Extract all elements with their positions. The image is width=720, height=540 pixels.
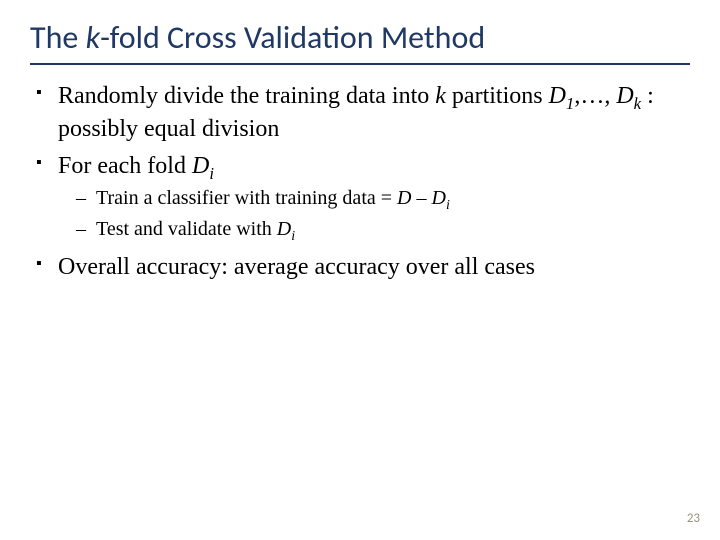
sub-1: Train a classifier with training data = … — [58, 186, 690, 215]
b2-si: i — [209, 164, 214, 183]
b1-a: Randomly divide the training data into — [58, 83, 435, 109]
b1-D1: D — [549, 83, 566, 109]
b1-k: k — [435, 83, 446, 109]
bullet-2: For each fold Di Train a classifier with… — [30, 151, 690, 246]
s2-a: Test and validate with — [96, 218, 277, 240]
b1-D2: D — [616, 83, 633, 109]
sub-list: Train a classifier with training data = … — [58, 186, 690, 246]
bullet-3: Overall accuracy: average accuracy over … — [30, 252, 690, 283]
sub-2: Test and validate with Di — [58, 217, 690, 246]
s2-D: D — [277, 218, 291, 240]
b1-b: partitions — [446, 83, 549, 109]
s1-a: Train a classifier with training data = — [96, 187, 397, 209]
s1-si: i — [446, 198, 450, 213]
title-rule — [30, 63, 690, 65]
title-post: -fold Cross Validation Method — [100, 18, 485, 57]
b2-D: D — [192, 153, 209, 179]
s2-si: i — [291, 229, 295, 244]
title-pre: The — [30, 18, 86, 57]
s1-minus: – — [411, 187, 431, 209]
b2-a: For each fold — [58, 153, 192, 179]
page-number: 23 — [687, 511, 700, 526]
b1-dots: ,…, — [574, 83, 616, 109]
title-k: k — [86, 18, 101, 57]
s1-D2: D — [431, 187, 445, 209]
b1-sk: k — [634, 94, 641, 113]
bullet-list: Randomly divide the training data into k… — [30, 81, 690, 283]
bullet-1: Randomly divide the training data into k… — [30, 81, 690, 145]
slide-title: The k-fold Cross Validation Method — [30, 18, 690, 57]
s1-D: D — [397, 187, 411, 209]
slide-body: The k-fold Cross Validation Method Rando… — [0, 0, 720, 540]
